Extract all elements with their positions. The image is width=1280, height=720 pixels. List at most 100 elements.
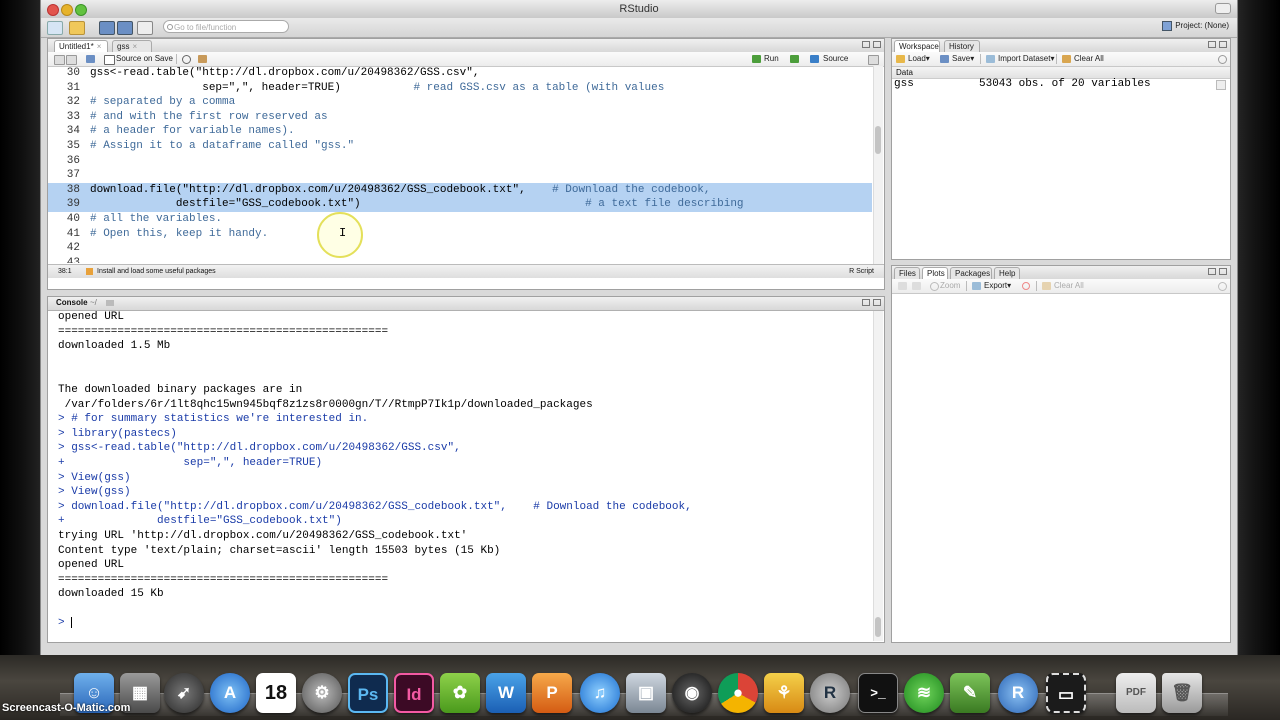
clear-plots-button[interactable]: Clear All (1054, 281, 1084, 290)
previous-plot-icon[interactable] (898, 282, 907, 290)
new-file-icon[interactable] (47, 21, 63, 35)
code-line[interactable]: 41 # Open this, keep it handy. (48, 227, 872, 242)
code-line[interactable]: 37 (48, 168, 872, 183)
dreamweaver-icon[interactable]: ✿ (440, 673, 480, 713)
goto-file-input[interactable]: Go to file/function (163, 20, 289, 33)
code-line[interactable]: 30 gss<-read.table("http://dl.dropbox.com… (48, 66, 872, 81)
app-store-icon[interactable]: A (210, 673, 250, 713)
system-preferences-icon[interactable]: ⚙ (302, 673, 342, 713)
save-file-icon[interactable] (86, 55, 95, 63)
tab-plots[interactable]: Plots (922, 267, 948, 279)
next-plot-icon[interactable] (912, 282, 921, 290)
toolbar-toggle-button[interactable] (1215, 3, 1231, 14)
tab-untitled1[interactable]: Untitled1* × (54, 40, 108, 52)
source-button[interactable]: Source (823, 54, 848, 63)
console-input-line: > # for summary statistics we're interes… (58, 413, 369, 426)
zoom-button[interactable]: Zoom (940, 281, 960, 290)
word-icon[interactable]: W (486, 673, 526, 713)
remove-plot-icon[interactable] (1022, 282, 1030, 290)
file-type-selector[interactable]: R Script (849, 265, 874, 278)
project-menu[interactable]: Project: (None) (1162, 21, 1229, 31)
load-menu[interactable]: Load▾ (908, 54, 930, 63)
section-selector[interactable]: Install and load some useful packages (97, 265, 216, 278)
forward-arrow-icon[interactable] (66, 55, 77, 65)
rstudio-dock-icon[interactable]: R (998, 673, 1038, 713)
open-file-icon[interactable] (69, 21, 85, 35)
launchpad-icon[interactable]: ➹ (164, 673, 204, 713)
indesign-icon[interactable]: Id (394, 673, 434, 713)
workspace-pane: Workspace History Load▾ Save▾ Import Dat… (891, 38, 1231, 260)
facetime-icon[interactable]: ◉ (672, 673, 712, 713)
chrome-icon[interactable]: ● (718, 673, 758, 713)
powerpoint-icon[interactable]: P (532, 673, 572, 713)
refresh-icon[interactable] (1218, 282, 1227, 291)
save-all-icon[interactable] (117, 21, 133, 35)
fetch-icon[interactable]: ⚘ (764, 673, 804, 713)
preview-icon[interactable]: ▣ (626, 673, 666, 713)
console-scrollbar[interactable] (873, 311, 883, 641)
import-dataset-menu[interactable]: Import Dataset▾ (998, 54, 1054, 63)
print-icon[interactable] (137, 21, 153, 35)
maximize-plots-button[interactable] (1219, 268, 1227, 275)
back-arrow-icon[interactable] (54, 55, 65, 65)
tab-gss[interactable]: gss × (112, 40, 152, 52)
save-menu[interactable]: Save▾ (952, 54, 974, 63)
r-app-icon[interactable]: R (810, 673, 850, 713)
view-data-icon[interactable] (1216, 80, 1226, 90)
editor-scroll-thumb[interactable] (875, 126, 881, 154)
code-editor[interactable]: 30 gss<-read.table("http://dl.dropbox.com… (48, 66, 872, 263)
workspace-item-gss[interactable]: gss 53043 obs. of 20 variables (894, 77, 1226, 91)
itunes-icon[interactable]: ♫ (580, 673, 620, 713)
code-line[interactable]: 33 # and with the first row reserved as (48, 110, 872, 125)
close-tab-icon[interactable]: × (132, 42, 137, 51)
code-line[interactable]: 36 (48, 154, 872, 169)
evernote-icon[interactable]: ✎ (950, 673, 990, 713)
export-menu[interactable]: Export▾ (984, 281, 1011, 290)
code-line[interactable]: 42 (48, 241, 872, 256)
document-outline-icon[interactable] (868, 55, 879, 65)
find-icon[interactable] (182, 55, 191, 64)
tab-files[interactable]: Files (894, 267, 920, 279)
go-to-directory-icon[interactable] (106, 300, 114, 306)
maximize-pane-button[interactable] (873, 41, 881, 48)
tab-history[interactable]: History (944, 40, 980, 52)
calendar-icon[interactable]: 18 (256, 673, 296, 713)
code-line[interactable]: 35 # Assign it to a dataframe called "gss… (48, 139, 872, 154)
minimize-workspace-button[interactable] (1208, 41, 1216, 48)
code-line[interactable]: 43 (48, 256, 872, 263)
code-line[interactable]: 40 # all the variables. (48, 212, 872, 227)
source-on-save-checkbox[interactable] (104, 55, 115, 65)
console-output[interactable]: opened URL ==============================… (58, 310, 870, 642)
rerun-button[interactable] (790, 55, 799, 63)
maximize-console-button[interactable] (873, 299, 881, 306)
code-line[interactable]: 31 sep=",", header=TRUE) # read GSS.csv … (48, 81, 872, 96)
close-tab-icon[interactable]: × (97, 42, 102, 51)
trash-icon[interactable]: 🗑 (1162, 673, 1202, 713)
minimize-pane-button[interactable] (862, 41, 870, 48)
refresh-icon[interactable] (1218, 55, 1227, 64)
tab-help[interactable]: Help (994, 267, 1020, 279)
code-line[interactable]: 32 # separated by a comma (48, 95, 872, 110)
console-scroll-thumb[interactable] (875, 617, 881, 637)
run-button[interactable]: Run (764, 54, 779, 63)
screencast-icon[interactable]: ▭ (1046, 673, 1086, 713)
terminal-icon[interactable]: >_ (858, 673, 898, 713)
left-background (0, 0, 40, 720)
save-icon[interactable] (99, 21, 115, 35)
photoshop-icon[interactable]: Ps (348, 673, 388, 713)
tab-packages[interactable]: Packages (950, 267, 992, 279)
minimize-console-button[interactable] (862, 299, 870, 306)
code-line[interactable]: 39 destfile="GSS_codebook.txt") # a text… (48, 197, 872, 212)
code-tools-icon[interactable] (198, 55, 207, 63)
code-line[interactable]: 38 download.file("http://dl.dropbox.com/u… (48, 182, 872, 198)
source-editor-pane: Untitled1* × gss × Source on Save Run Sour… (47, 38, 885, 290)
tab-workspace[interactable]: Workspace (894, 40, 940, 52)
spotify-icon[interactable]: ≋ (904, 673, 944, 713)
editor-scrollbar[interactable] (873, 66, 883, 264)
code-line[interactable]: 34 # a header for variable names). (48, 124, 872, 139)
minimize-plots-button[interactable] (1208, 268, 1216, 275)
toolbar-separator (966, 281, 967, 291)
maximize-workspace-button[interactable] (1219, 41, 1227, 48)
clear-all-button[interactable]: Clear All (1074, 54, 1104, 63)
pdf-document-icon[interactable]: PDF (1116, 673, 1156, 713)
